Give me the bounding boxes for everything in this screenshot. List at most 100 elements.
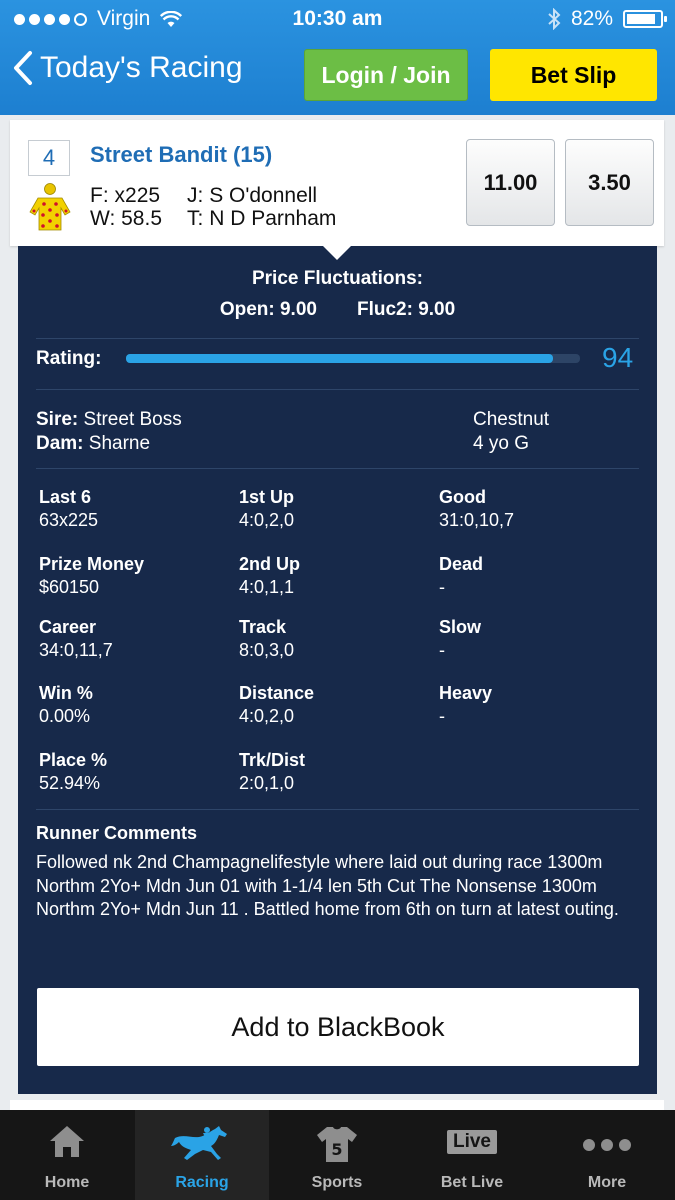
divider [36, 468, 639, 469]
stat-value: 4:0,1,1 [239, 577, 295, 597]
trainer-value: N D Parnham [209, 207, 337, 230]
rating-value: 94 [602, 342, 634, 373]
stat-value: 8:0,3,0 [239, 640, 295, 660]
form-value: x225 [114, 184, 161, 207]
stat-value: 4:0,2,0 [239, 706, 295, 726]
tab-racing-label: Racing [175, 1174, 229, 1191]
stat-cell: Career 34:0,11,7 [39, 616, 239, 662]
stat-value: 63x225 [39, 510, 99, 530]
stat-title: Win % [39, 683, 93, 703]
rating-bar-fill [126, 354, 553, 363]
stat-cell: 2nd Up 4:0,1,1 [239, 553, 439, 599]
more-icon [540, 1138, 674, 1152]
stat-title: Prize Money [39, 554, 145, 574]
tab-more-label: More [587, 1174, 627, 1191]
tab-bar: Home Racing 5 Sports Live Bet Live More [0, 1110, 675, 1200]
sire-label: Sire: [36, 409, 79, 430]
runner-number: 4 [28, 140, 70, 176]
stat-value: 31:0,10,7 [439, 510, 515, 530]
divider [36, 338, 639, 339]
weight-value: 58.5 [121, 207, 162, 230]
stat-cell: Track 8:0,3,0 [239, 616, 439, 662]
stat-value: - [439, 577, 445, 597]
win-odds-button[interactable]: 11.00 [466, 139, 555, 226]
fluctuations-title: Price Fluctuations: [251, 268, 424, 289]
dam-label: Dam: [36, 433, 84, 454]
runner-details-panel: Price Fluctuations: Open: 9.00 Fluc2: 9.… [18, 246, 657, 1094]
back-label: Today's Racing [40, 51, 243, 84]
stat-title: Heavy [439, 683, 493, 703]
stat-title: Last 6 [39, 487, 92, 507]
runner-comments: Followed nk 2nd Champagnelifestyle where… [36, 852, 619, 919]
jockey-value: S O'donnell [209, 184, 318, 207]
runner-card[interactable]: 4 Street Bandit (15) F: x225 J: S O'donn… [10, 120, 664, 246]
bet-slip-button[interactable]: Bet Slip [490, 49, 657, 101]
status-bar: Virgin 10:30 am 82% [0, 0, 675, 38]
breeding: Sire: Street Boss Dam: Sharne [36, 408, 182, 456]
stat-cell: Heavy - [439, 682, 639, 728]
stat-cell: Place % 52.94% [39, 749, 239, 795]
jersey-number: 5 [331, 1140, 342, 1159]
rating-label: Rating: [36, 348, 102, 369]
bluetooth-icon [548, 8, 561, 30]
comments-title: Runner Comments [36, 823, 198, 843]
dam-value: Sharne [88, 433, 151, 454]
stat-title: 1st Up [239, 487, 295, 507]
stat-cell: Distance 4:0,2,0 [239, 682, 439, 728]
login-join-button[interactable]: Login / Join [304, 49, 468, 101]
stat-cell: Slow - [439, 616, 639, 662]
stat-value: - [439, 640, 445, 660]
tab-home-label: Home [44, 1174, 90, 1191]
form-label: F: [90, 184, 109, 207]
stat-cell: Win % 0.00% [39, 682, 239, 728]
horse-colour: Chestnut [473, 409, 550, 430]
rating-bar [126, 354, 580, 363]
home-icon [0, 1124, 134, 1158]
battery-icon [623, 10, 667, 28]
place-odds-button[interactable]: 3.50 [565, 139, 654, 226]
stat-cell: Trk/Dist 2:0,1,0 [239, 749, 439, 795]
add-to-blackbook-button[interactable]: Add to BlackBook [37, 988, 639, 1066]
expand-pointer [323, 246, 351, 260]
fluc2-price: Fluc2: 9.00 [356, 299, 456, 320]
stat-title: Place % [39, 750, 108, 770]
stat-value: 52.94% [39, 773, 101, 793]
tab-sports-label: Sports [311, 1174, 363, 1191]
stat-title: Trk/Dist [239, 750, 306, 770]
stat-value: 0.00% [39, 706, 91, 726]
stat-value: $60150 [39, 577, 100, 597]
nav-bar: Today's Racing Login / Join Bet Slip [0, 38, 675, 115]
stat-title: Track [239, 617, 287, 637]
stat-value: - [439, 706, 445, 726]
stat-cell: Dead - [439, 553, 639, 599]
stat-value: 34:0,11,7 [39, 640, 113, 660]
stat-title: Slow [439, 617, 482, 637]
chevron-left-icon [14, 51, 32, 85]
jockey-silks-icon [28, 182, 72, 237]
stat-title: 2nd Up [239, 554, 300, 574]
stat-value: 2:0,1,0 [239, 773, 295, 793]
stat-title: Distance [239, 683, 315, 703]
horse-age-sex: 4 yo G [473, 433, 529, 454]
stat-title: Career [39, 617, 97, 637]
price-fluctuations: Price Fluctuations: Open: 9.00 Fluc2: 9.… [18, 268, 657, 321]
weight-label: W: [90, 207, 116, 230]
back-button[interactable]: Today's Racing [12, 50, 243, 86]
live-icon: Live [405, 1130, 539, 1154]
horse-icon [135, 1124, 269, 1164]
tab-home[interactable]: Home [0, 1110, 134, 1200]
tab-racing[interactable]: Racing [135, 1110, 269, 1200]
stat-cell: 1st Up 4:0,2,0 [239, 486, 439, 532]
stat-cell: Prize Money $60150 [39, 553, 239, 599]
tab-more[interactable]: More [540, 1110, 674, 1200]
stat-cell: Good 31:0,10,7 [439, 486, 639, 532]
open-price: Open: 9.00 [219, 299, 317, 320]
tab-bet-live[interactable]: Live Bet Live [405, 1110, 539, 1200]
runner-stats: F: x225 J: S O'donnell W: 58.5 T: N D Pa… [90, 184, 336, 230]
battery-percent: 82% [570, 7, 613, 30]
live-badge: Live [446, 1130, 498, 1154]
tab-sports[interactable]: 5 Sports [270, 1110, 404, 1200]
trainer-label: T: [187, 207, 204, 230]
divider [36, 809, 639, 810]
sire-value: Street Boss [83, 409, 182, 430]
